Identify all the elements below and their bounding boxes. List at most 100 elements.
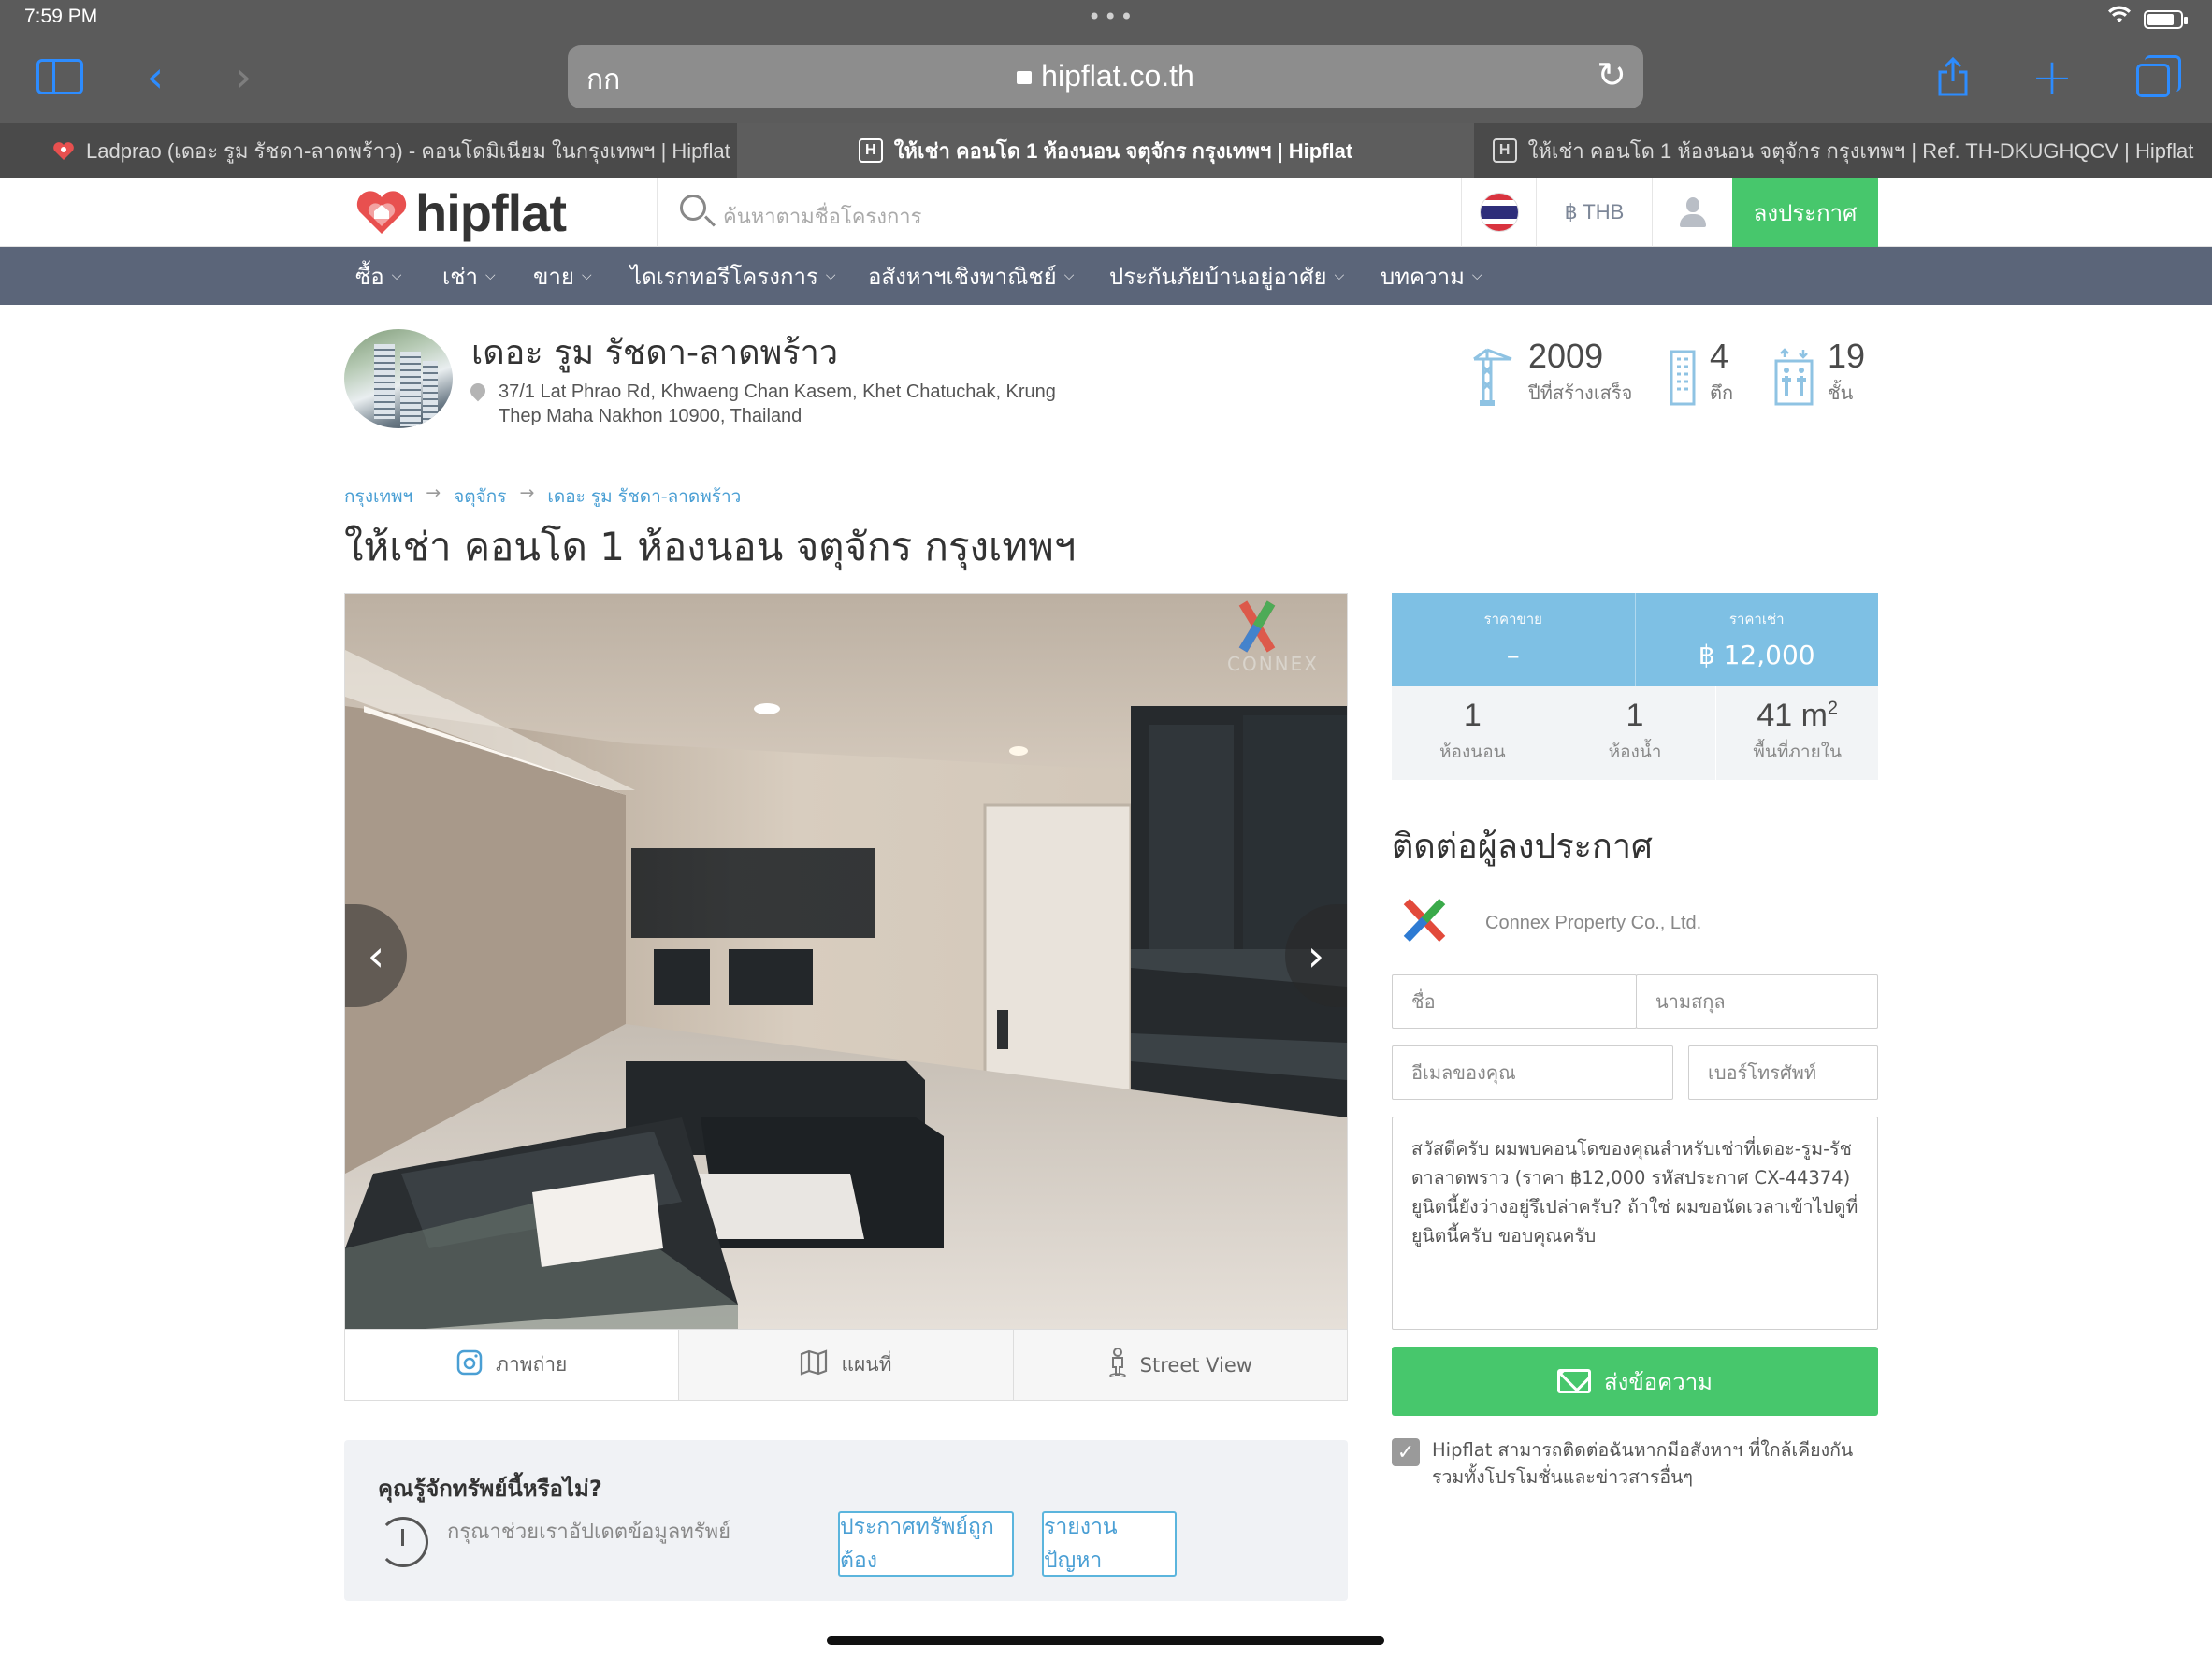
chevron-down-icon: ⌵ — [1063, 268, 1075, 283]
chevron-down-icon: ⌵ — [484, 268, 496, 283]
first-name-field[interactable]: ชื่อ — [1392, 974, 1637, 1029]
svg-text:CONNEX: CONNEX — [1227, 653, 1319, 675]
spec-bathrooms: 1 ห้องน้ำ — [1553, 686, 1716, 780]
nav-rent[interactable]: เช่า ⌵ — [442, 247, 496, 305]
price-panel: ราคาขาย – ราคาเช่า ฿ 12,000 — [1392, 593, 1878, 686]
map-icon — [800, 1349, 828, 1380]
chevron-down-icon: ⌵ — [391, 268, 402, 283]
forward-icon[interactable]: › — [215, 51, 271, 102]
last-name-field[interactable]: นามสกุล — [1636, 974, 1878, 1029]
project-name[interactable]: เดอะ รูม รัชดา-ลาดพร้าว — [471, 325, 838, 379]
lock-icon — [1017, 71, 1033, 84]
browser-tab-1[interactable]: Ladprao (เดอะ รูม รัชดา-ลาดพร้าว) - คอนโ… — [0, 123, 737, 178]
user-account-button[interactable] — [1652, 178, 1732, 247]
main-nav: ซื้อ ⌵ เช่า ⌵ ขาย ⌵ ไดเรกทอรีโครงการ ⌵ อสังห… — [0, 247, 2212, 305]
spec-bedrooms: 1 ห้องนอน — [1392, 686, 1554, 780]
feedback-subtitle: กรุณาช่วยเราอัปเดตข้อมูลทรัพย์ — [447, 1521, 730, 1544]
search-placeholder: ค้นหาตามชื่อโครงการ — [723, 206, 922, 229]
consent-checkbox[interactable]: ✓ — [1392, 1438, 1420, 1466]
hipflat-favicon-icon — [53, 142, 74, 160]
pegman-icon — [1108, 1348, 1127, 1382]
project-thumbnail[interactable] — [344, 329, 453, 428]
nav-buy[interactable]: ซื้อ ⌵ — [355, 247, 401, 305]
area-unit-superscript: 2 — [1827, 698, 1839, 719]
site-header: hipflat ค้นหาตามชื่อโครงการ ฿ THB ลงประก… — [0, 178, 2212, 247]
user-icon — [1679, 197, 1706, 227]
tab-map[interactable]: แผนที่ — [679, 1330, 1014, 1400]
breadcrumb-item[interactable]: จตุจักร — [454, 483, 506, 511]
chevron-left-icon: ‹ — [367, 930, 385, 981]
elevator-icon — [1774, 348, 1814, 406]
listing-correct-button[interactable]: ประกาศทรัพย์ถูกต้อง — [838, 1511, 1014, 1577]
new-tab-icon[interactable]: + — [2024, 48, 2080, 107]
nav-buy-label: ซื้อ — [355, 263, 384, 290]
tab-photos[interactable]: ภาพถ่าย — [345, 1330, 680, 1400]
tab-street-view[interactable]: Street View — [1013, 1330, 1347, 1400]
arrow-right-icon: → — [426, 483, 441, 503]
browser-tab-2[interactable]: H ให้เช่า คอนโด 1 ห้องนอน จตุจักร กรุงเท… — [737, 123, 1474, 178]
breadcrumb-item[interactable]: เดอะ รูม รัชดา-ลาดพร้าว — [547, 483, 741, 511]
project-address: 37/1 Lat Phrao Rd, Khwaeng Chan Kasem, K… — [499, 380, 1097, 428]
send-message-button[interactable]: ส่งข้อความ — [1392, 1347, 1878, 1416]
chevron-down-icon: ⌵ — [1471, 268, 1482, 283]
agent-logo[interactable] — [1399, 896, 1452, 944]
search-icon — [680, 195, 706, 221]
project-address-line-1: 37/1 Lat Phrao Rd, Khwaeng Chan Kasem, K… — [499, 382, 1056, 402]
stat-buildings-label: ตึก — [1710, 382, 1734, 404]
photo-gallery[interactable]: CONNEX ‹ › — [344, 593, 1348, 1330]
report-problem-button[interactable]: รายงานปัญหา — [1042, 1511, 1177, 1577]
sidebar-toggle-icon[interactable] — [32, 54, 88, 99]
browser-tab-3-label: ให้เช่า คอนโด 1 ห้องนอน จตุจักร กรุงเทพฯ… — [1527, 138, 2194, 163]
chevron-down-icon: ⌵ — [581, 268, 592, 283]
rent-price-value: ฿ 12,000 — [1698, 640, 1815, 670]
checkmark-icon: ✓ — [1396, 1440, 1415, 1464]
post-listing-button[interactable]: ลงประกาศ — [1732, 178, 1878, 247]
nav-home-insurance[interactable]: ประกันภัยบ้านอยู่อาศัย ⌵ — [1109, 247, 1344, 305]
arrow-right-icon: → — [519, 483, 535, 503]
history-clock-icon — [378, 1517, 428, 1567]
tab-photos-label: ภาพถ่าย — [496, 1353, 568, 1376]
home-indicator[interactable] — [827, 1636, 1384, 1645]
nav-commercial-label: อสังหาฯเชิงพาณิชย์ — [868, 263, 1057, 290]
stat-year-label: ปีที่สร้างเสร็จ — [1528, 382, 1633, 404]
consent-line-1: Hipflat สามารถติดต่อฉันหากมีอสังหาฯ ที่ใ… — [1432, 1439, 1854, 1461]
hipflat-logo[interactable]: hipflat — [355, 183, 567, 242]
bedrooms-label: ห้องนอน — [1439, 742, 1506, 762]
nav-sell[interactable]: ขาย ⌵ — [533, 247, 592, 305]
currency-selector[interactable]: ฿ THB — [1536, 178, 1652, 247]
breadcrumb-item[interactable]: กรุงเทพฯ — [344, 483, 412, 511]
project-search-input[interactable]: ค้นหาตามชื่อโครงการ — [657, 178, 1461, 247]
area-number: 41 m — [1757, 698, 1828, 733]
phone-field[interactable]: เบอร์โทรศัพท์ — [1688, 1045, 1878, 1100]
listing-photo: CONNEX — [345, 594, 1347, 1329]
property-feedback-box: คุณรู้จักทรัพย์นี้หรือไม่? กรุณาช่วยเราอ… — [344, 1440, 1348, 1601]
area-value: 41 m2 — [1716, 698, 1878, 734]
browser-tab-1-label: Ladprao (เดอะ รูม รัชดา-ลาดพร้าว) - คอนโ… — [86, 138, 730, 163]
instagram-camera-icon — [456, 1349, 483, 1380]
nav-project-directory[interactable]: ไดเรกทอรีโครงการ ⌵ — [630, 247, 835, 305]
address-bar[interactable]: กก hipflat.co.th ↻ — [568, 45, 1643, 108]
agent-name[interactable]: Connex Property Co., Ltd. — [1485, 913, 1701, 934]
message-textarea[interactable]: สวัสดีครับ ผมพบคอนโดของคุณสำหรับเช่าที่เ… — [1392, 1117, 1878, 1330]
media-tabs: ภาพถ่าย แผนที่ Street View — [344, 1330, 1348, 1401]
spec-area: 41 m2 พื้นที่ภายใน — [1715, 686, 1878, 780]
url-text: hipflat.co.th — [568, 59, 1643, 94]
tab-overview-icon[interactable] — [2125, 54, 2181, 99]
browser-tab-3[interactable]: H ให้เช่า คอนโด 1 ห้องนอน จตุจักร กรุงเท… — [1474, 123, 2212, 178]
sale-price-value: – — [1506, 640, 1520, 670]
sale-price-label: ราคาขาย — [1483, 611, 1542, 627]
email-field[interactable]: อีเมลของคุณ — [1392, 1045, 1673, 1100]
rent-price: ราคาเช่า ฿ 12,000 — [1634, 593, 1879, 686]
location-pin-icon — [467, 380, 489, 402]
nav-commercial[interactable]: อสังหาฯเชิงพาณิชย์ ⌵ — [868, 247, 1074, 305]
reload-icon[interactable]: ↻ — [1597, 54, 1626, 95]
multitasking-dots-icon[interactable]: ••• — [1088, 4, 1135, 30]
h-favicon-icon: H — [858, 138, 883, 163]
logo-text: hipflat — [415, 182, 567, 242]
language-selector[interactable] — [1461, 178, 1536, 247]
share-icon[interactable] — [1925, 54, 1981, 99]
bathrooms-value: 1 — [1626, 698, 1644, 733]
back-icon[interactable]: ‹ — [127, 51, 183, 102]
envelope-icon — [1556, 1369, 1591, 1393]
nav-articles[interactable]: บทความ ⌵ — [1381, 247, 1482, 305]
